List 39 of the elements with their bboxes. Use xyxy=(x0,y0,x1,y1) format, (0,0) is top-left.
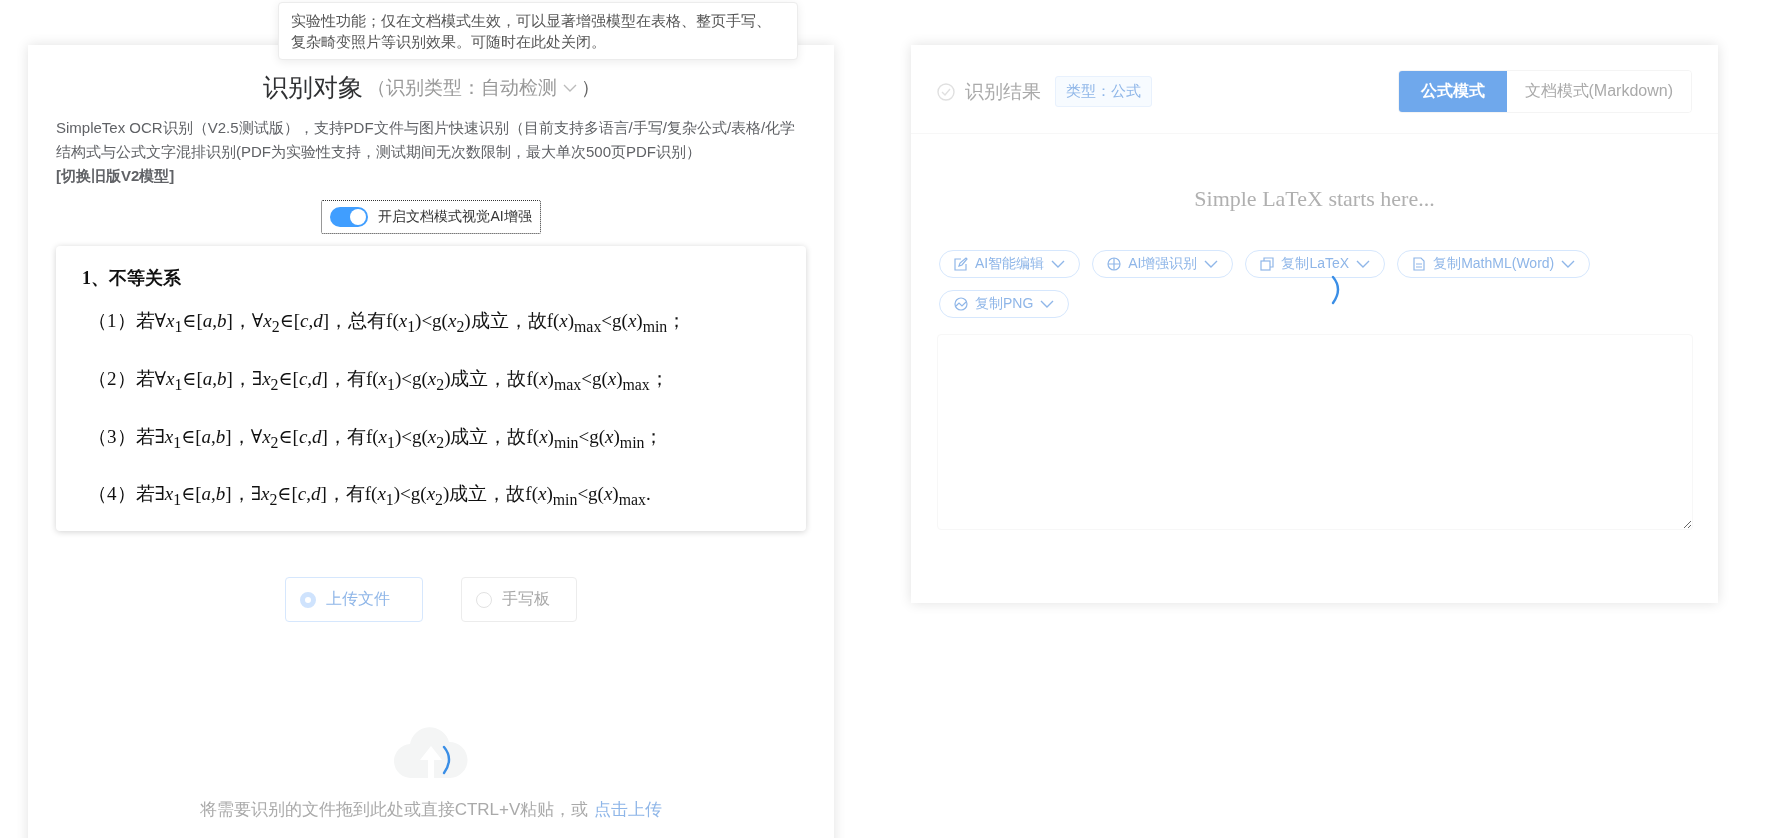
action-button[interactable]: 复制PNG xyxy=(939,290,1070,318)
chevron-down-icon xyxy=(1051,259,1066,269)
formula-line: （2）若∀x$_{1}$∈[a,b]，∃x$_{2}$∈[c,d]，有f(x$_{1}$)<g(x$_{2}$)成立，故f(x)$_{max}$<g(x)$_{max}$； xyxy=(88,366,670,394)
legacy-model-link[interactable]: [切换旧版V2模型] xyxy=(56,167,175,184)
copy-icon xyxy=(1260,257,1275,271)
edit-icon xyxy=(954,257,968,271)
chevron-down-icon xyxy=(562,82,577,93)
chart-circle-icon xyxy=(954,297,968,311)
type-tag: 类型：公式 xyxy=(1055,76,1152,107)
latex-preview-text: Simple LaTeX starts here... xyxy=(1193,186,1436,212)
toggle-switch[interactable] xyxy=(330,207,369,227)
panel-title: 识别对象 xyxy=(262,72,363,103)
mode-tab[interactable]: 公式模式 xyxy=(1398,71,1507,112)
type-select[interactable]: （识别类型：自动检测 xyxy=(366,74,577,101)
formula-line: （1）若∀x$_{1}$∈[a,b]，∀x$_{2}$∈[c,d]，总有f(x$_{1}$)<g(x$_{2}$)成立，故f(x)$_{max}$<g(x)$_{min}$； xyxy=(88,309,688,336)
panel-title: 识别结果 xyxy=(965,79,1041,104)
input-mode-option[interactable]: 上传文件 xyxy=(285,577,423,623)
tooltip: 实验性功能；仅在文档模式生效，可以显著增强模型在表格、整页手写、复杂畸变照片等识别效果。可随时在此处关闭。 xyxy=(278,2,798,60)
check-circle-icon xyxy=(937,82,955,101)
formula-line: （3）若∃x$_{1}$∈[a,b]，∀x$_{2}$∈[c,d]，有f(x$_{1}$)<g(x$_{2}$)成立，故f(x)$_{min}$<g(x)$_{min}$； xyxy=(88,424,665,452)
section-heading: 1、不等关系 xyxy=(82,267,182,290)
chevron-down-icon xyxy=(1356,259,1371,269)
action-button[interactable]: 复制LaTeX xyxy=(1245,250,1386,278)
action-button[interactable]: AI智能编辑 xyxy=(939,250,1081,278)
radio-icon xyxy=(300,591,316,608)
chevron-down-icon xyxy=(1040,299,1055,309)
document-icon xyxy=(1412,257,1427,271)
action-button[interactable]: AI增强识别 xyxy=(1092,250,1234,278)
bracket-text: ） xyxy=(580,75,600,100)
crosshair-icon xyxy=(1107,257,1122,271)
upload-link[interactable]: 点击上传 xyxy=(594,798,663,822)
input-mode-option[interactable]: 手写板 xyxy=(461,577,577,623)
chevron-down-icon xyxy=(1204,259,1219,269)
action-button[interactable]: 复制MathML(Word) xyxy=(1397,250,1591,278)
description-text: SimpleTex OCR识别（V2.5测试版），支持PDF文件与图片快速识别（目前支持多语言/手写/复杂公式/表格/化学结构式与公式文字混排识别(PDF为实验性支持，测试期间无次数限制，最大单次500页PDF识别） [切换旧版V2模型] xyxy=(56,118,797,186)
chevron-down-icon xyxy=(1561,259,1576,269)
ai-enhance-toggle[interactable]: 开启文档模式视觉AI增强 xyxy=(321,200,541,234)
drop-hint-text: 将需要识别的文件拖到此处或直接CTRL+V粘贴，或 xyxy=(199,799,589,822)
formula-line: （4）若∃x$_{1}$∈[a,b]，∃x$_{2}$∈[c,d]，有f(x$_{1}$)<g(x$_{2}$)成立，故f(x)$_{min}$<g(x)$_{max}$. xyxy=(88,482,652,510)
